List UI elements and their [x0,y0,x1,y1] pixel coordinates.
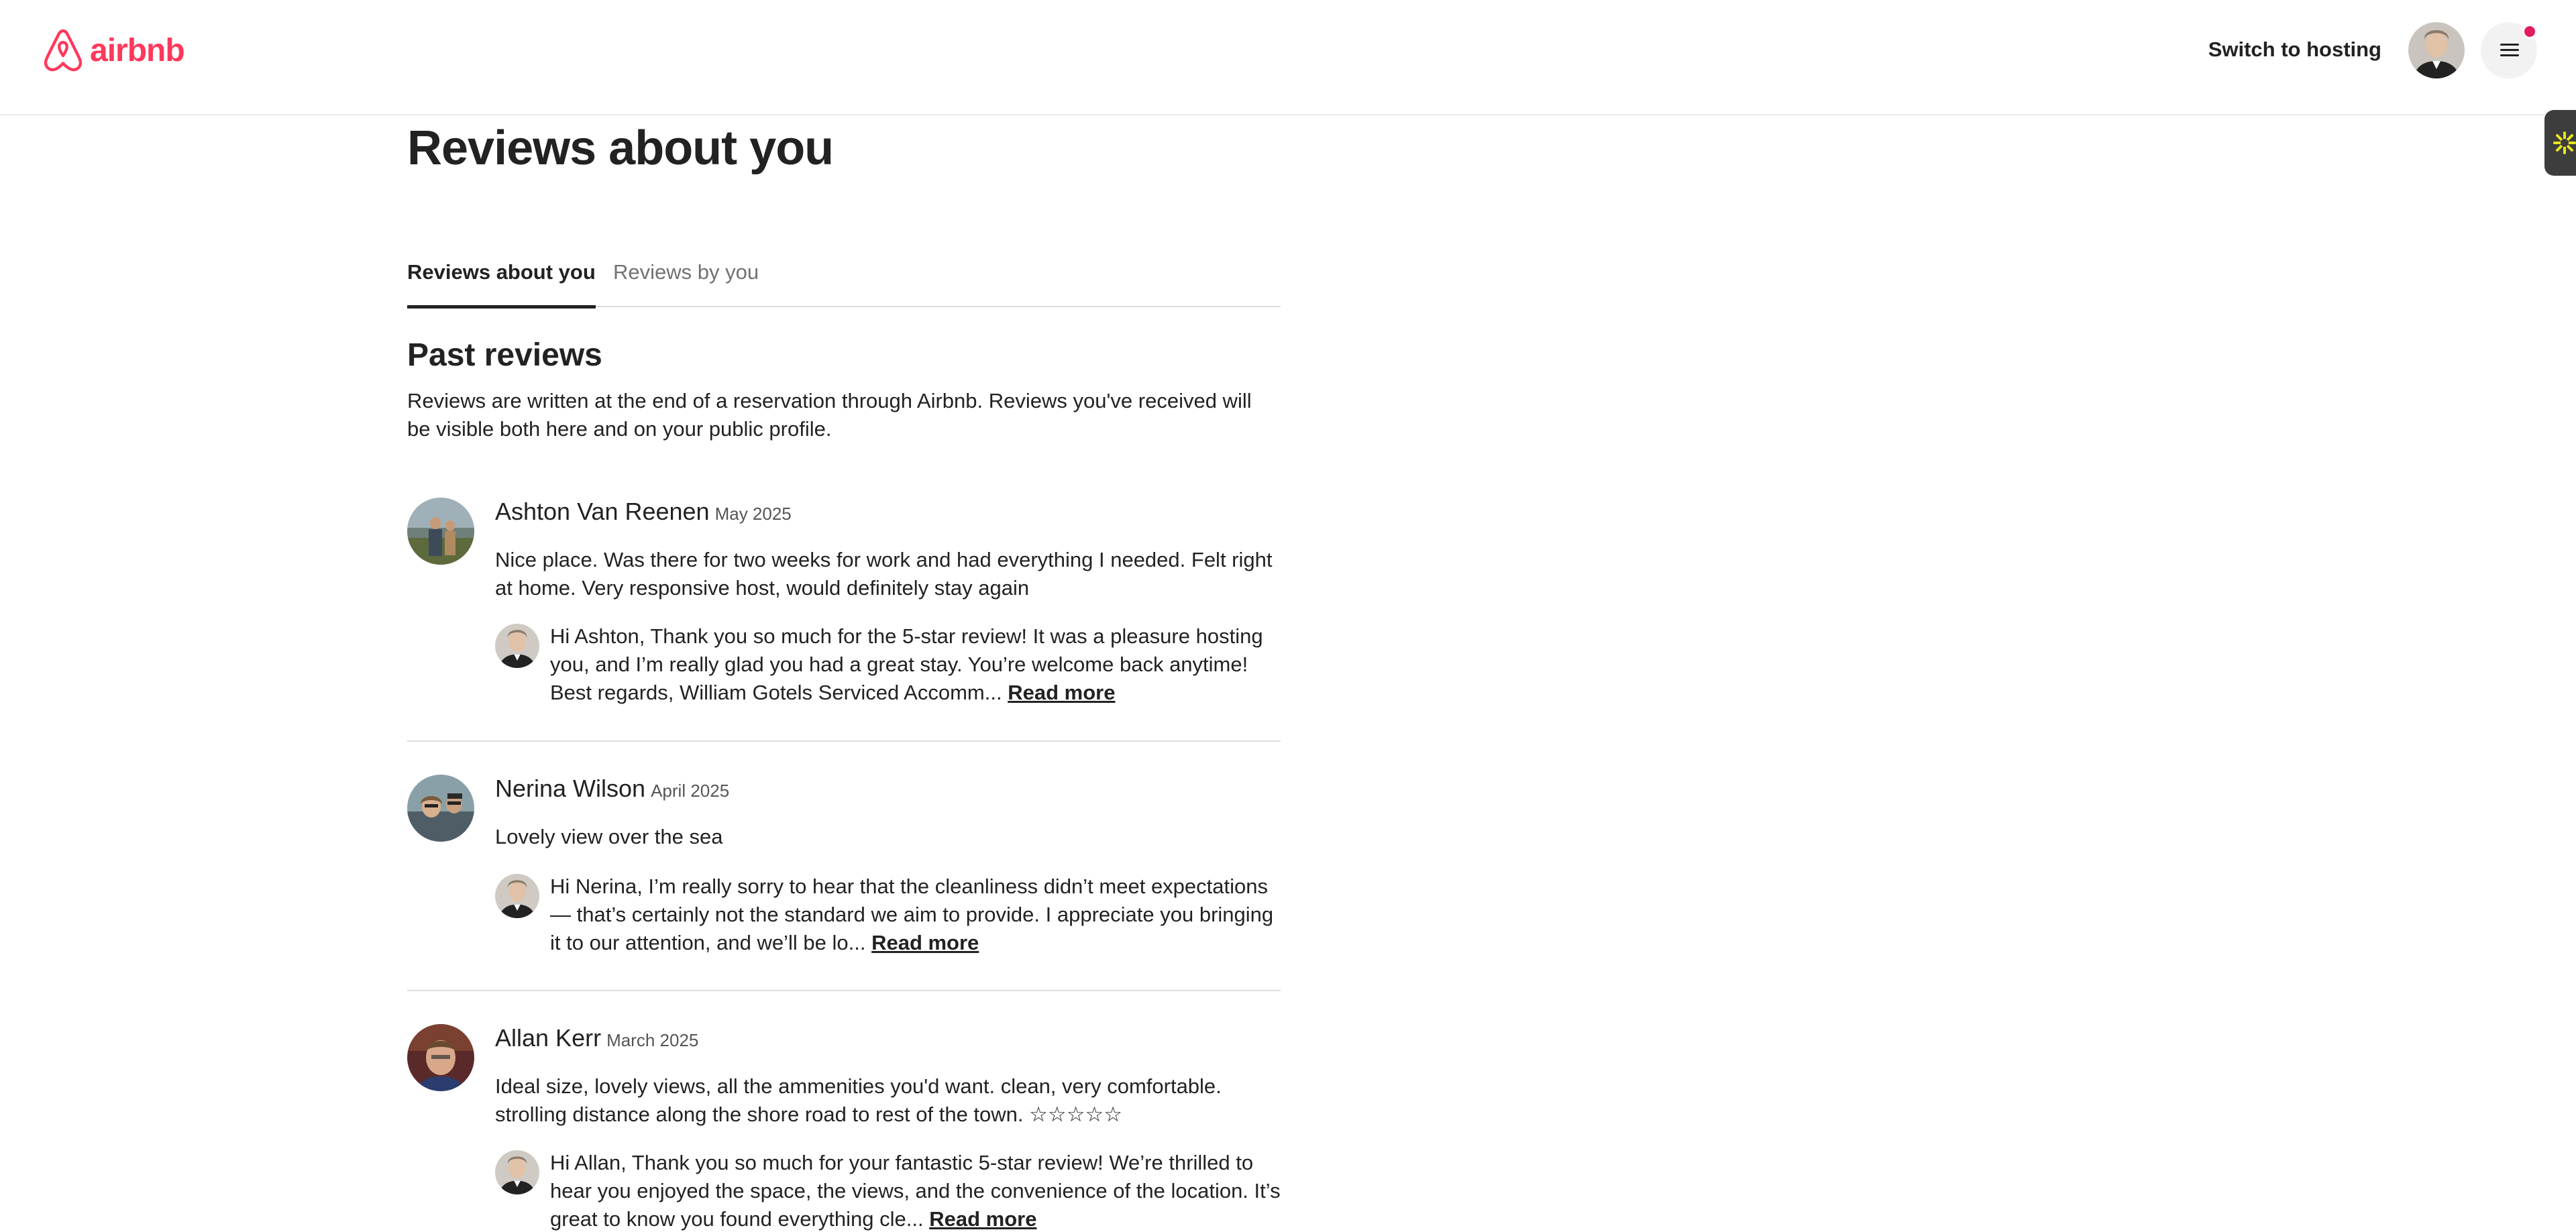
response-text: Hi Ashton, Thank you so much for the 5-s… [550,622,1285,707]
reviewer-avatar[interactable] [407,1024,474,1091]
review-tabs: Reviews about you Reviews by you [407,249,1281,309]
reviewer-photo [407,498,474,565]
page: airbnb Switch to hosting Reviews about y… [0,0,2576,1232]
reviewer-header: Ashton Van Reenen May 2025 [495,498,792,526]
airbnb-logo-icon [44,29,83,72]
read-more-link[interactable]: Read more [929,1207,1036,1231]
host-avatar [495,874,539,918]
review-item: Ashton Van Reenen May 2025 Nice place. Wa… [407,498,1281,746]
logo-text: airbnb [90,32,185,68]
host-avatar [495,624,539,668]
host-response: Hi Ashton, Thank you so much for the 5-s… [495,622,1281,710]
reviewer-name: Nerina Wilson [495,775,646,802]
review-text: Nice place. Was there for two weeks for … [495,548,1273,600]
reviewer-photo [407,1024,474,1091]
profile-avatar-image [2408,22,2465,78]
review-date: May 2025 [714,504,792,524]
tab-label: Reviews about you [407,260,596,284]
response-text: Hi Nerina, I’m really sorry to hear that… [550,873,1285,957]
host-response: Hi Allan, Thank you so much for your fan… [495,1149,1281,1232]
section-description: Reviews are written at the end of a rese… [407,389,1252,441]
side-widget-tab[interactable] [2544,110,2576,176]
reviewer-name: Ashton Van Reenen [495,498,710,525]
host-avatar [495,1150,539,1194]
tab-label: Reviews by you [613,260,759,284]
review-divider [407,990,1281,991]
airbnb-logo[interactable]: airbnb [42,25,185,75]
page-title: Reviews about you [407,121,834,175]
profile-avatar-button[interactable] [2408,22,2465,78]
notification-dot [2522,24,2537,39]
host-response: Hi Nerina, I’m really sorry to hear that… [495,873,1281,960]
review-date: March 2025 [606,1030,699,1050]
review-divider [407,740,1281,742]
review-text: Ideal size, lovely views, all the ammeni… [495,1074,1222,1126]
reviewer-header: Nerina Wilson April 2025 [495,775,729,803]
sparkle-icon [2553,131,2576,154]
reviewer-header: Allan Kerr March 2025 [495,1024,698,1052]
tab-reviews-about-you[interactable]: Reviews about you [407,249,596,309]
switch-to-hosting-link[interactable]: Switch to hosting [2208,34,2381,66]
top-nav: airbnb Switch to hosting [0,0,2576,115]
response-body: Hi Ashton, Thank you so much for the 5-s… [550,624,1263,704]
review-item: Allan Kerr March 2025 Ideal size, lovely … [407,1024,1281,1232]
host-photo [495,874,539,918]
response-text: Hi Allan, Thank you so much for your fan… [550,1149,1285,1232]
section-title: Past reviews [407,337,602,373]
hamburger-icon [2500,44,2519,57]
response-body: Hi Allan, Thank you so much for your fan… [550,1151,1281,1231]
reviewer-name: Allan Kerr [495,1024,602,1052]
review-date: April 2025 [651,781,730,801]
read-more-link[interactable]: Read more [871,931,979,954]
reviewer-avatar[interactable] [407,498,474,565]
read-more-link[interactable]: Read more [1008,681,1115,704]
reviewer-photo [407,775,474,842]
reviewer-avatar[interactable] [407,775,474,842]
review-item: Nerina Wilson April 2025 Lovely view over… [407,775,1281,996]
tab-reviews-by-you[interactable]: Reviews by you [613,249,759,307]
host-photo [495,1150,539,1194]
host-photo [495,624,539,668]
review-text: Lovely view over the sea [495,825,723,848]
